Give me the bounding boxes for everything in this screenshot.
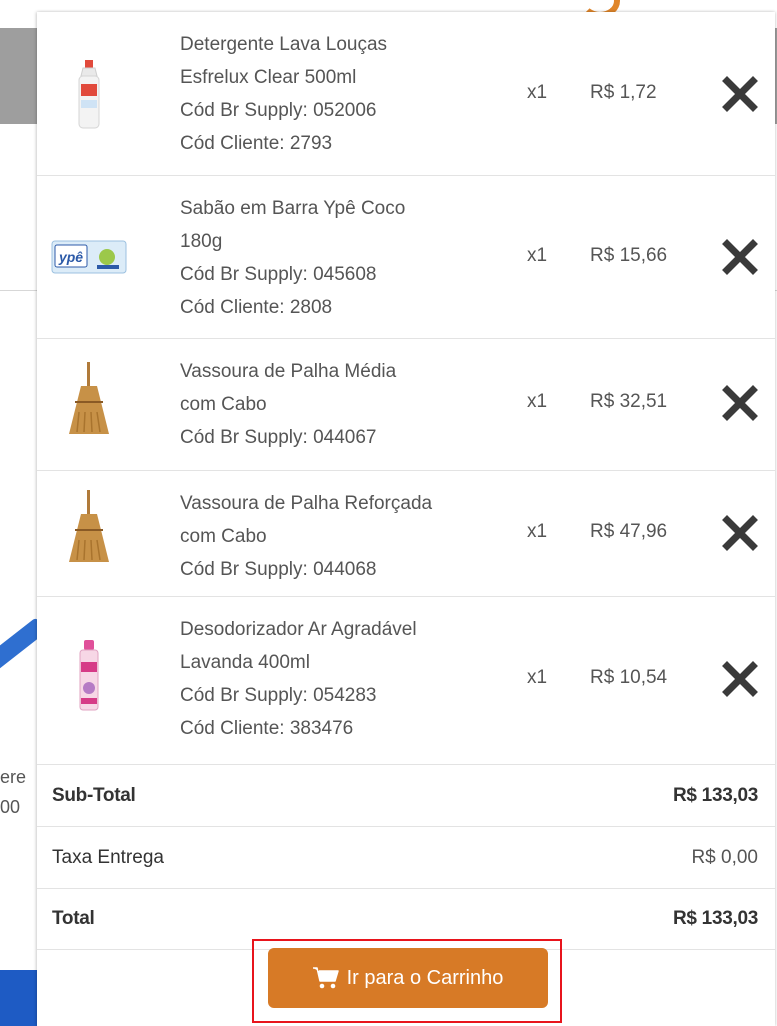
- detergent-bottle-icon: [49, 58, 129, 132]
- item-description: Vassoura de Palha Média com Cabo Cód Br …: [180, 355, 510, 454]
- broom-icon: [49, 487, 129, 569]
- item-description: Desodorizador Ar Agradável Lavanda 400ml…: [180, 613, 510, 745]
- item-quantity: x1: [527, 82, 548, 103]
- item-price: R$ 1,72: [590, 82, 657, 103]
- item-name-line: com Cabo: [180, 394, 267, 415]
- remove-item-button[interactable]: [722, 239, 758, 275]
- soap-bar-icon: ypê: [49, 236, 129, 278]
- shopping-cart-icon: [312, 967, 339, 989]
- cart-item: ypê Sabão em Barra Ypê Coco 180g Cód Br …: [37, 176, 775, 339]
- cart-item-list: Detergente Lava Louças Esfrelux Clear 50…: [37, 12, 775, 764]
- item-name-line: com Cabo: [180, 526, 267, 547]
- item-quantity: x1: [527, 667, 548, 688]
- item-price: R$ 47,96: [590, 521, 668, 542]
- remove-item-button[interactable]: [722, 515, 758, 551]
- item-name-line: 180g: [180, 231, 223, 252]
- item-supplier-code: Cód Br Supply: 044067: [180, 427, 377, 448]
- item-name-line: Desodorizador Ar Agradável: [180, 619, 417, 640]
- cart-totals: Sub-Total R$ 133,03 Taxa Entrega R$ 0,00…: [37, 764, 775, 950]
- item-name-line: Lavanda 400ml: [180, 652, 310, 673]
- item-name-line: Detergente Lava Louças: [180, 34, 388, 55]
- close-icon: [722, 239, 758, 275]
- close-icon: [722, 661, 758, 697]
- cart-dropdown: Detergente Lava Louças Esfrelux Clear 50…: [37, 12, 775, 1026]
- go-to-cart-button[interactable]: Ir para o Carrinho: [268, 948, 548, 1008]
- item-supplier-code: Cód Br Supply: 045608: [180, 264, 377, 285]
- cart-item: Desodorizador Ar Agradável Lavanda 400ml…: [37, 597, 775, 764]
- background-text-fragment: ere: [0, 767, 27, 787]
- item-description: Vassoura de Palha Reforçada com Cabo Cód…: [180, 487, 510, 586]
- item-description: Sabão em Barra Ypê Coco 180g Cód Br Supp…: [180, 192, 510, 324]
- item-price: R$ 15,66: [590, 245, 668, 266]
- remove-item-button[interactable]: [722, 385, 758, 421]
- go-to-cart-label: Ir para o Carrinho: [346, 966, 504, 989]
- item-supplier-code: Cód Br Supply: 054283: [180, 685, 377, 706]
- cart-item: Vassoura de Palha Reforçada com Cabo Cód…: [37, 471, 775, 597]
- item-client-code: Cód Cliente: 2808: [180, 297, 333, 318]
- delivery-fee-value: R$ 0,00: [691, 846, 758, 868]
- close-icon: [722, 76, 758, 112]
- remove-item-button[interactable]: [722, 76, 758, 112]
- total-label: Total: [52, 908, 95, 929]
- remove-item-button[interactable]: [722, 661, 758, 697]
- cart-item: Vassoura de Palha Média com Cabo Cód Br …: [37, 339, 775, 471]
- svg-text:ypê: ypê: [58, 249, 83, 265]
- background-text-fragment: 00: [0, 797, 21, 817]
- delivery-fee-row: Taxa Entrega R$ 0,00: [37, 826, 775, 888]
- item-name-line: Sabão em Barra Ypê Coco: [180, 198, 406, 219]
- background-blue-block: [0, 970, 38, 1026]
- cart-item: Detergente Lava Louças Esfrelux Clear 50…: [37, 12, 775, 176]
- subtotal-row: Sub-Total R$ 133,03: [37, 764, 775, 826]
- close-icon: [722, 385, 758, 421]
- subtotal-label: Sub-Total: [52, 784, 136, 806]
- item-quantity: x1: [527, 391, 548, 412]
- item-name-line: Vassoura de Palha Reforçada: [180, 493, 433, 514]
- delivery-fee-label: Taxa Entrega: [52, 846, 164, 868]
- item-supplier-code: Cód Br Supply: 044068: [180, 559, 377, 580]
- item-quantity: x1: [527, 521, 548, 542]
- item-name-line: Vassoura de Palha Média: [180, 361, 397, 382]
- item-client-code: Cód Cliente: 2793: [180, 133, 333, 154]
- close-icon: [722, 515, 758, 551]
- total-value: R$ 133,03: [673, 908, 758, 929]
- air-freshener-icon: [49, 639, 129, 713]
- item-description: Detergente Lava Louças Esfrelux Clear 50…: [180, 28, 510, 160]
- item-price: R$ 32,51: [590, 391, 668, 412]
- subtotal-value: R$ 133,03: [673, 784, 758, 806]
- item-name-line: Esfrelux Clear 500ml: [180, 67, 357, 88]
- item-client-code: Cód Cliente: 383476: [180, 718, 354, 739]
- item-supplier-code: Cód Br Supply: 052006: [180, 100, 377, 121]
- checkout-highlight: Ir para o Carrinho: [252, 939, 562, 1023]
- broom-icon: [49, 359, 129, 441]
- item-quantity: x1: [527, 245, 548, 266]
- item-price: R$ 10,54: [590, 667, 668, 688]
